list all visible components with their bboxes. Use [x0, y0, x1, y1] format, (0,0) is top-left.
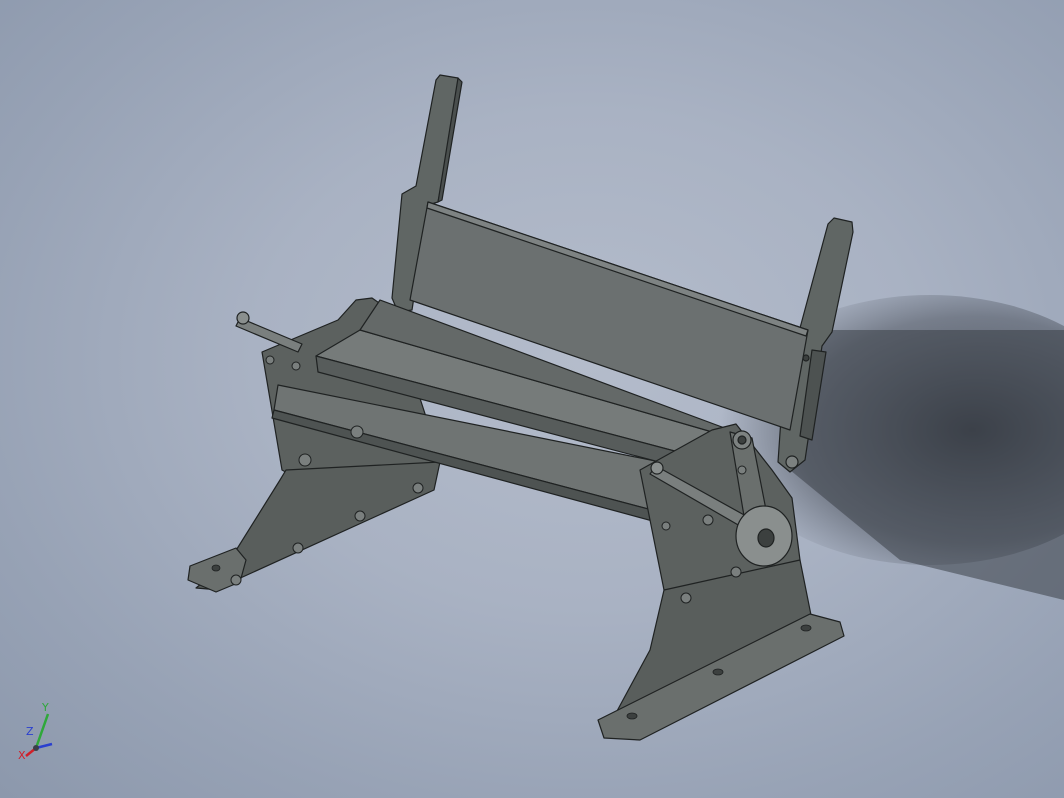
bolt [298, 453, 312, 467]
bolt [354, 510, 366, 522]
bolt [661, 521, 671, 531]
cad-graphics-viewport[interactable]: Y Z X [0, 0, 1064, 798]
bolt [730, 566, 742, 578]
bolt [292, 542, 304, 554]
bolt [737, 465, 747, 475]
triad-z-label: Z [26, 725, 34, 738]
rear-right-arm-pivot [785, 455, 799, 469]
bolt [680, 592, 692, 604]
view-orientation-triad[interactable]: Y Z X [14, 700, 74, 770]
bolt [350, 425, 364, 439]
bolt [265, 355, 275, 365]
crank-pivot-hole [737, 435, 747, 445]
foot-hole [211, 564, 221, 572]
foot-hole [800, 624, 812, 632]
foot-hole [626, 712, 638, 720]
foot-hole [712, 668, 724, 676]
bolt [412, 482, 424, 494]
bolt [702, 514, 714, 526]
handwheel-hub [757, 528, 775, 548]
bolt [291, 361, 301, 371]
triad-x-label: X [18, 749, 26, 762]
bending-brake-model[interactable] [0, 0, 1064, 798]
triad-y-label: Y [42, 701, 49, 714]
bolt [230, 574, 242, 586]
left-rod-end [236, 311, 250, 325]
right-rod-end [650, 461, 664, 475]
